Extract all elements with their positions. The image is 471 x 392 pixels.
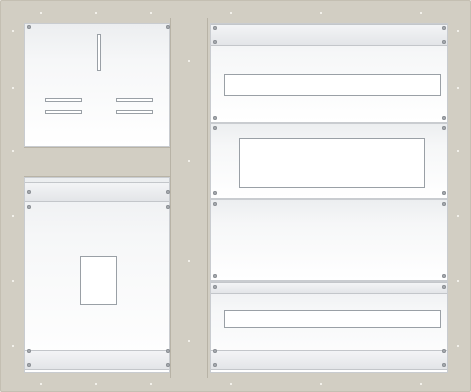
screw-icon [442,26,446,30]
screw-icon [442,274,446,278]
screw-icon [442,202,446,206]
frame-slot [12,345,14,347]
screw-icon [442,40,446,44]
screw-icon [27,363,31,367]
blank-panel [210,199,448,281]
screw-icon [27,25,31,29]
frame-slot [95,383,97,385]
meter-slot-right-upper [116,98,153,102]
frame-slot [188,60,190,62]
screw-icon [213,349,217,353]
cover-panel-slot-bottom [210,281,448,373]
center-mullion [170,18,208,378]
screw-icon [442,363,446,367]
frame-slot [320,383,322,385]
screw-icon [166,349,170,353]
frame-slot [188,160,190,162]
frame-slot [12,30,14,32]
screw-icon [442,191,446,195]
panel-frame [0,0,471,392]
bottom-rail [25,350,169,370]
screw-icon [27,190,31,194]
screw-icon [442,116,446,120]
frame-slot [40,383,42,385]
frame-slot [457,280,459,282]
frame-slot [420,12,422,14]
slot-cutout [224,74,441,96]
frame-slot [12,150,14,152]
meter-slot-left-upper [45,98,82,102]
screw-icon [442,349,446,353]
screw-icon [213,116,217,120]
frame-slot [457,345,459,347]
frame-slot [12,280,14,282]
window-cutout [80,256,117,305]
divider-bar [24,147,170,177]
top-rail [211,282,447,294]
frame-slot [457,150,459,152]
frame-slot [230,383,232,385]
frame-slot [457,215,459,217]
frame-slot [40,12,42,14]
screw-icon [442,126,446,130]
screw-icon [442,285,446,289]
cover-panel-large-window [210,123,448,199]
screw-icon [27,349,31,353]
screw-icon [213,40,217,44]
frame-slot [420,383,422,385]
screw-icon [213,202,217,206]
frame-slot [230,12,232,14]
meter-slot-right-lower [116,110,153,114]
large-window-cutout [239,138,425,188]
frame-slot [95,12,97,14]
screw-icon [213,26,217,30]
screw-icon [213,274,217,278]
screw-icon [166,190,170,194]
frame-slot [320,12,322,14]
frame-slot [188,340,190,342]
top-rail [25,182,169,202]
screw-icon [213,363,217,367]
frame-slot [457,87,459,89]
frame-slot [188,260,190,262]
frame-slot [12,87,14,89]
screw-icon [166,25,170,29]
meter-slot-left-lower [45,110,82,114]
meter-panel [24,23,170,147]
screw-icon [166,205,170,209]
screw-icon [27,205,31,209]
bottom-rail [211,350,447,370]
cover-panel-with-window [24,177,170,373]
frame-slot [150,12,152,14]
frame-slot [150,383,152,385]
meter-slot-vertical [97,34,101,71]
screw-icon [213,191,217,195]
frame-slot [12,215,14,217]
frame-slot [457,30,459,32]
slot-cutout [224,310,441,328]
top-rail [211,24,447,46]
screw-icon [213,126,217,130]
screw-icon [166,363,170,367]
screw-icon [213,285,217,289]
cover-panel-slot [210,23,448,123]
